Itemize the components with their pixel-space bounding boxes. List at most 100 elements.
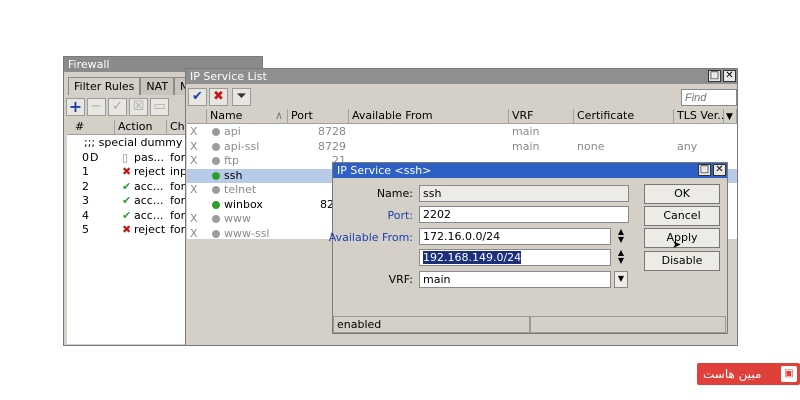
cross-icon: ✖ [213, 89, 224, 104]
port-field[interactable]: 2202 [419, 206, 629, 223]
disabled-flag: X [190, 212, 198, 225]
dialog-close-button[interactable]: ✕ [713, 164, 726, 176]
firewall-title: Firewall [68, 58, 110, 71]
columns-menu-button[interactable]: ▼ [724, 109, 737, 124]
col-port[interactable]: Port [288, 109, 349, 124]
available-from-selected-text: 192.168.149.0/24 [423, 251, 522, 264]
available-from-updown-2[interactable]: ▲ ▼ [614, 249, 628, 266]
service-name: api [209, 125, 244, 139]
maximize-icon: □ [709, 70, 720, 81]
name-field[interactable]: ssh [419, 185, 629, 202]
minus-icon: − [91, 99, 102, 114]
vrf-dropdown-button[interactable]: ▼ [614, 271, 628, 288]
available-from-updown-1[interactable]: ▲ ▼ [614, 228, 628, 245]
brand-mark-icon: ▣ [781, 366, 797, 382]
maximize-button[interactable]: □ [708, 70, 721, 82]
add-button[interactable]: + [66, 98, 85, 116]
apply-button[interactable]: Apply [644, 228, 720, 248]
note-icon: ▭ [153, 99, 166, 114]
rule-number: 4 [82, 208, 89, 222]
service-port: 8728 [318, 125, 346, 138]
enable-button[interactable]: ✓ [108, 98, 127, 116]
find-input[interactable] [681, 89, 737, 106]
sort-indicator-icon: ∧ [274, 109, 283, 122]
service-name: ftp [209, 154, 242, 168]
vrf-select[interactable]: main [419, 271, 611, 288]
enable-button[interactable]: ✔ [188, 88, 207, 106]
col-available-from[interactable]: Available From [349, 109, 509, 124]
service-name: telnet [209, 183, 259, 197]
disabled-flag: X [190, 183, 198, 196]
chevron-down-icon: ▼ [726, 112, 733, 122]
service-certificate: none [577, 139, 605, 153]
status-dot-icon [212, 157, 220, 165]
status-dot-icon [212, 142, 220, 151]
comment-button[interactable]: ▭ [150, 98, 169, 116]
tab-filter-rules[interactable]: Filter Rules [68, 77, 141, 95]
col-flags[interactable] [187, 109, 207, 124]
cancel-button[interactable]: Cancel [644, 206, 720, 226]
dialog-status: enabled [333, 316, 530, 333]
rule-action: acc... [134, 179, 164, 193]
disabled-flag: X [190, 154, 198, 167]
service-list-titlebar[interactable]: IP Service List [186, 69, 737, 84]
disabled-flag: X [190, 226, 198, 240]
disable-button[interactable]: ☒ [129, 98, 148, 116]
col-vrf[interactable]: VRF [509, 109, 574, 124]
filter-button[interactable]: ⏷ [232, 88, 251, 106]
col-number[interactable]: # [67, 120, 115, 135]
col-tls-version[interactable]: TLS Ver... [674, 109, 724, 124]
available-from-field-2[interactable]: 192.168.149.0/24 [419, 249, 611, 266]
dialog-status-secondary [530, 316, 726, 333]
rule-number: 1 [82, 165, 89, 178]
service-vrf: main [512, 125, 540, 138]
table-row[interactable]: X api-ssl 8729 main none any [187, 140, 737, 155]
rule-number: 5 [82, 223, 89, 236]
rule-action: reject [134, 165, 166, 178]
status-dot-icon [212, 215, 220, 223]
disabled-flag: X [190, 125, 198, 138]
arrow-down-icon: ▼ [617, 256, 625, 265]
chevron-down-icon: ▼ [617, 274, 625, 283]
service-name: ssh [209, 169, 245, 183]
status-dot-icon [212, 128, 220, 136]
close-icon: ✕ [725, 70, 734, 81]
col-certificate[interactable]: Certificate [574, 109, 674, 124]
available-from-field-1[interactable]: 172.16.0.0/24 [419, 228, 611, 245]
status-dot-icon [212, 200, 220, 209]
close-button[interactable]: ✕ [723, 70, 736, 82]
vrf-label: VRF: [388, 273, 413, 286]
maximize-icon: □ [699, 164, 710, 175]
dialog-titlebar[interactable]: IP Service <ssh> [333, 163, 727, 178]
disable-button[interactable]: ✖ [209, 88, 228, 106]
disabled-flag: X [190, 139, 198, 153]
remove-button[interactable]: − [87, 98, 106, 116]
service-name: www [209, 212, 254, 226]
col-name[interactable]: Name ∧ [207, 109, 288, 124]
table-row[interactable]: X api 8728 main [187, 125, 737, 140]
close-icon: ✕ [715, 164, 724, 175]
ok-button[interactable]: OK [644, 184, 720, 204]
service-vrf: main [512, 139, 540, 153]
port-label: Port: [387, 209, 413, 222]
dialog-title: IP Service <ssh> [337, 164, 432, 177]
rule-flag: D [90, 150, 99, 164]
status-dot-icon [212, 171, 220, 180]
rule-action: acc... [134, 208, 164, 222]
brand-logo: مبین هاست ▣ [697, 363, 800, 385]
cross-box-icon: ☒ [132, 99, 145, 114]
ip-service-dialog: IP Service <ssh> □ ✕ Name: ssh Port: 220… [328, 162, 728, 334]
service-name: www-ssl [209, 227, 272, 239]
col-action[interactable]: Action [115, 120, 167, 135]
disable-button[interactable]: Disable [644, 251, 720, 271]
service-list-title: IP Service List [190, 70, 267, 83]
mouse-cursor-icon: ➤ [672, 238, 682, 251]
status-dot-icon [212, 229, 220, 238]
available-from-label: Available From: [328, 231, 413, 244]
brand-text: مبین هاست [703, 367, 762, 381]
service-name: winbox [209, 198, 266, 212]
check-icon: ✔ [192, 89, 203, 104]
tab-nat[interactable]: NAT [140, 77, 175, 95]
dialog-maximize-button[interactable]: □ [698, 164, 711, 176]
status-dot-icon [212, 186, 220, 194]
